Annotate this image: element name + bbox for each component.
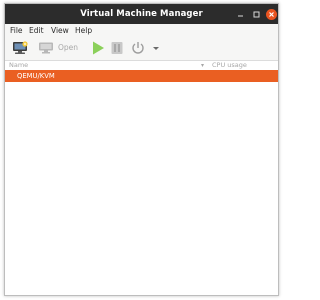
minimize-button[interactable] <box>235 9 246 20</box>
close-icon <box>269 12 274 17</box>
new-vm-button[interactable] <box>9 40 31 56</box>
shutdown-button[interactable] <box>130 40 146 56</box>
menu-edit[interactable]: Edit <box>29 24 44 37</box>
column-cpu-usage[interactable]: CPU usage <box>212 61 247 70</box>
list-item[interactable]: QEMU/KVM <box>5 70 278 82</box>
shutdown-dropdown[interactable] <box>151 40 161 56</box>
run-button[interactable] <box>90 40 106 56</box>
play-icon <box>93 41 104 55</box>
open-label: Open <box>58 43 79 52</box>
maximize-button[interactable] <box>251 9 262 20</box>
app-window: Virtual Machine Manager File Edit View H… <box>4 3 279 296</box>
column-name[interactable]: Name <box>9 61 28 70</box>
toolbar: Open <box>5 37 278 61</box>
menu-file[interactable]: File <box>10 24 23 37</box>
close-button[interactable] <box>266 9 277 20</box>
pause-icon <box>111 42 123 54</box>
power-icon <box>132 42 144 54</box>
connection-label: QEMU/KVM <box>17 72 55 80</box>
monitor-icon <box>39 42 53 54</box>
new-vm-icon <box>13 41 28 54</box>
open-button[interactable]: Open <box>38 40 83 56</box>
menu-help[interactable]: Help <box>75 24 92 37</box>
column-header: Name ▾ CPU usage <box>5 61 278 70</box>
sort-arrow-icon: ▾ <box>201 62 205 69</box>
menu-view[interactable]: View <box>51 24 69 37</box>
connection-list: QEMU/KVM <box>5 70 278 295</box>
title-bar[interactable]: Virtual Machine Manager <box>5 4 278 24</box>
menu-bar: File Edit View Help <box>5 24 278 37</box>
maximize-icon <box>253 11 260 18</box>
minimize-icon <box>238 15 243 17</box>
chevron-down-icon <box>153 47 159 50</box>
pause-button[interactable] <box>109 40 125 56</box>
